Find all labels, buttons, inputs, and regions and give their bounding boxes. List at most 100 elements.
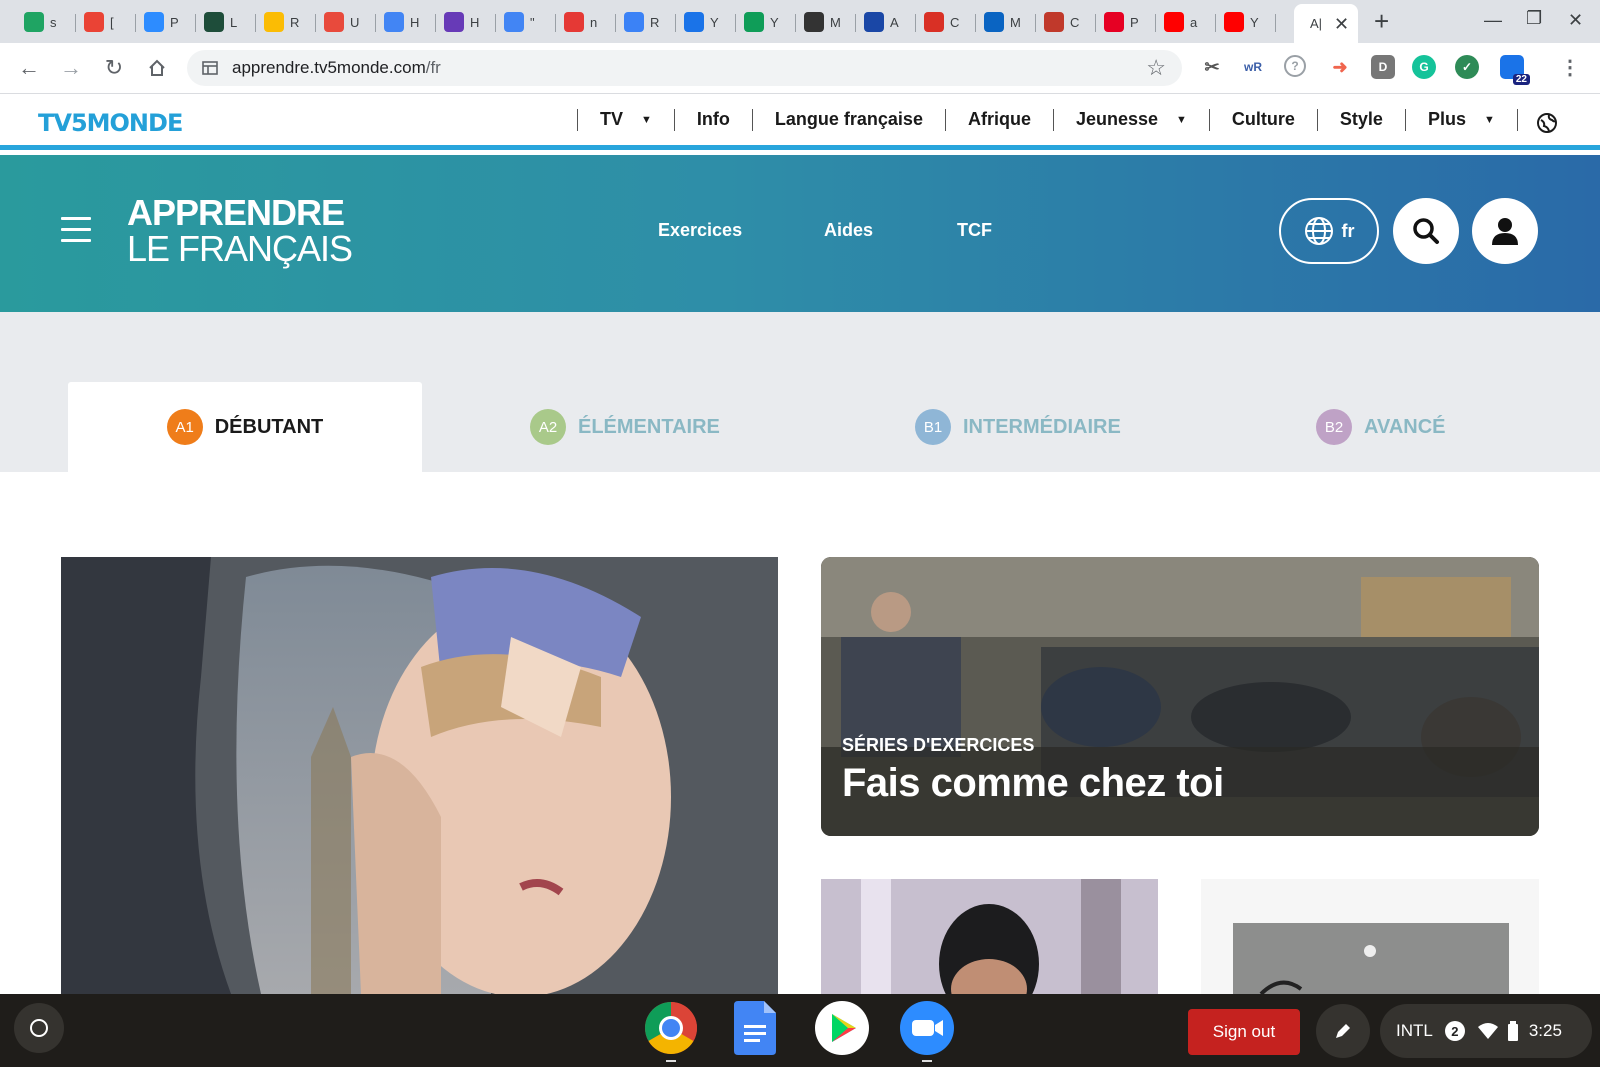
browser-tab[interactable]: R: [616, 6, 676, 38]
browser-tab[interactable]: C: [1036, 6, 1096, 38]
new-tab-button[interactable]: +: [1374, 6, 1389, 36]
tab-separator: [915, 14, 916, 32]
nav-label: Afrique: [967, 109, 1031, 129]
tv5-nav-plus[interactable]: Plus ▼: [1404, 108, 1517, 131]
level-tab-b2[interactable]: B2 AVANCÉ: [1316, 382, 1445, 472]
browser-tab[interactable]: ": [496, 6, 556, 38]
address-bar[interactable]: apprendre.tv5monde.com/fr ☆: [187, 50, 1182, 86]
extension-badge: 22: [1512, 74, 1530, 85]
browser-tab[interactable]: C: [916, 6, 976, 38]
browser-tab[interactable]: M: [796, 6, 856, 38]
apprendre-header: APPRENDRE LE FRANÇAIS Exercices Aides TC…: [0, 155, 1600, 312]
caret-down-icon: ▼: [1483, 113, 1495, 126]
help-extension-icon[interactable]: ?: [1284, 55, 1306, 77]
launcher-button[interactable]: [14, 1003, 64, 1053]
notification-count: 2: [1444, 1021, 1465, 1041]
tv5-nav-tv[interactable]: TV ▼: [577, 108, 674, 131]
wifi-icon: [1477, 1023, 1498, 1039]
hamburger-menu-icon[interactable]: [61, 217, 91, 242]
nav-label: Info: [696, 109, 730, 129]
google-docs-icon[interactable]: [728, 1001, 782, 1055]
sign-out-button[interactable]: Sign out: [1188, 1009, 1300, 1055]
close-tab-icon[interactable]: ✕: [1334, 15, 1349, 33]
contacts-icon: [684, 12, 704, 32]
browser-tab[interactable]: M: [976, 6, 1036, 38]
browser-tab[interactable]: n: [556, 6, 616, 38]
browser-tab[interactable]: P: [136, 6, 196, 38]
browser-tab[interactable]: H: [436, 6, 496, 38]
featured-card[interactable]: SÉRIES D'EXERCICES Fais comme chez toi: [821, 557, 1539, 836]
browser-tab[interactable]: A: [856, 6, 916, 38]
thumbnail-card[interactable]: [1201, 879, 1539, 994]
forward-icon[interactable]: →: [56, 53, 86, 83]
nav-exercices[interactable]: Exercices: [658, 220, 742, 241]
minimize-icon[interactable]: —: [1484, 10, 1502, 31]
restore-icon[interactable]: ❐: [1526, 8, 1542, 29]
search-icon: [1413, 218, 1439, 244]
language-button[interactable]: fr: [1279, 198, 1379, 264]
green-extension-icon[interactable]: ✓: [1455, 55, 1479, 79]
browser-tab[interactable]: P: [1096, 6, 1156, 38]
browser-tab[interactable]: U: [316, 6, 376, 38]
chrome-icon[interactable]: [644, 1001, 698, 1055]
tab-title: Y: [770, 14, 779, 30]
badge-extension-icon[interactable]: 22: [1500, 55, 1530, 85]
tab-title: R: [650, 14, 660, 30]
home-icon[interactable]: [142, 53, 172, 83]
level-tab-b1[interactable]: B1 INTERMÉDIAIRE: [915, 382, 1121, 472]
d-extension-icon[interactable]: D: [1371, 55, 1395, 79]
site-info-icon[interactable]: [201, 59, 219, 77]
browser-tab[interactable]: [: [76, 6, 136, 38]
browser-tab[interactable]: R: [256, 6, 316, 38]
tv5-nav-culture[interactable]: Culture: [1208, 108, 1317, 131]
grammarly-icon[interactable]: G: [1412, 55, 1436, 79]
nav-aides[interactable]: Aides: [824, 220, 873, 241]
browser-tab[interactable]: L: [196, 6, 256, 38]
tab-title: [: [110, 14, 114, 30]
level-label: DÉBUTANT: [214, 415, 324, 438]
level-tab-a2[interactable]: A2 ÉLÉMENTAIRE: [530, 382, 720, 472]
chrome-menu-icon[interactable]: ⋮: [1558, 55, 1582, 79]
browser-tab[interactable]: Y: [1216, 6, 1276, 38]
level-label: INTERMÉDIAIRE: [963, 415, 1121, 438]
browser-tab[interactable]: H: [376, 6, 436, 38]
arrow-extension-icon[interactable]: ➜: [1328, 55, 1352, 79]
tv5-nav-info[interactable]: Info: [673, 108, 752, 131]
browser-tab[interactable]: s: [16, 6, 76, 38]
tab-title: H: [470, 14, 480, 30]
back-icon[interactable]: ←: [14, 53, 44, 83]
browser-tab[interactable]: Y: [736, 6, 796, 38]
browser-tab[interactable]: a: [1156, 6, 1216, 38]
apprendre-logo[interactable]: APPRENDRE LE FRANÇAIS: [127, 195, 353, 267]
tab-separator: [495, 14, 496, 32]
play-store-icon[interactable]: [815, 1001, 869, 1055]
search-button[interactable]: [1393, 198, 1459, 264]
close-window-icon[interactable]: ✕: [1568, 10, 1583, 31]
bookmark-star-icon[interactable]: ☆: [1146, 55, 1166, 81]
tv5-nav-langue-fran-aise[interactable]: Langue française: [751, 108, 945, 131]
tab-title: C: [950, 14, 960, 30]
featured-image-airplane[interactable]: [61, 557, 778, 994]
tab-separator: [975, 14, 976, 32]
nav-tcf[interactable]: TCF: [957, 220, 992, 241]
thumbnail-card[interactable]: [821, 879, 1158, 994]
tv5-nav-afrique[interactable]: Afrique: [944, 108, 1053, 131]
tv5monde-logo[interactable]: TV5MONDE: [38, 109, 183, 137]
user-icon: [1492, 218, 1518, 245]
level-tab-a1[interactable]: A1 DÉBUTANT: [68, 382, 422, 472]
tv5-nav-style[interactable]: Style: [1316, 108, 1405, 131]
account-button[interactable]: [1472, 198, 1538, 264]
zoom-icon[interactable]: [900, 1001, 954, 1055]
ses-icon: [204, 12, 224, 32]
tab-title: M: [1010, 14, 1020, 30]
wordreference-extension-icon[interactable]: wR: [1241, 55, 1265, 79]
stylus-icon[interactable]: [1316, 1004, 1370, 1058]
globe-icon[interactable]: [1536, 112, 1558, 134]
scissors-extension-icon[interactable]: ✂: [1200, 55, 1224, 79]
tv5-nav-jeunesse[interactable]: Jeunesse ▼: [1052, 108, 1209, 131]
tab-active[interactable]: A| ✕: [1294, 4, 1358, 43]
status-tray[interactable]: INTL 2 3:25: [1380, 1004, 1592, 1058]
tab-title: U: [350, 14, 360, 30]
browser-tab[interactable]: Y: [676, 6, 736, 38]
reload-icon[interactable]: ↻: [99, 53, 129, 83]
